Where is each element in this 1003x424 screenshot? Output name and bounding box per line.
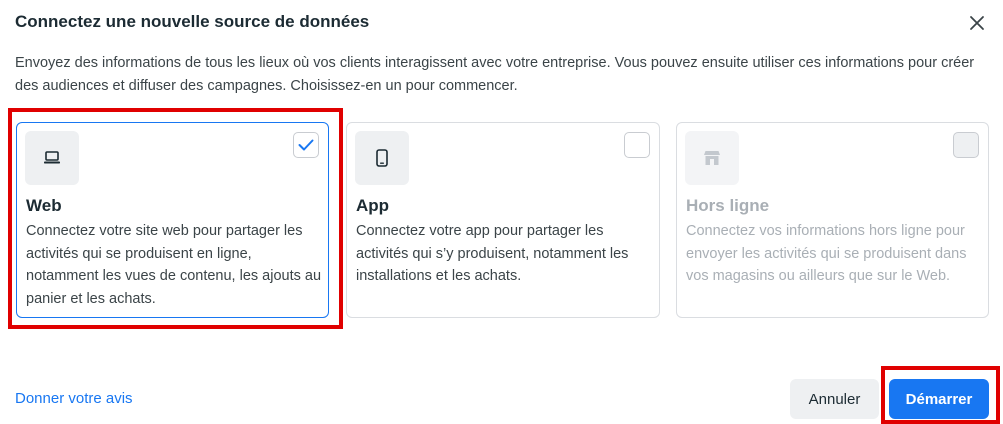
source-card-web[interactable]: Web Connectez votre site web pour partag… bbox=[16, 122, 329, 318]
source-title: App bbox=[356, 196, 390, 215]
dialog-title: Connectez une nouvelle source de données bbox=[15, 12, 370, 31]
source-checkbox-web[interactable] bbox=[293, 132, 319, 158]
source-checkbox-offline bbox=[953, 132, 979, 158]
laptop-icon bbox=[44, 151, 60, 164]
source-card-offline: Hors ligne Connectez vos informations ho… bbox=[676, 122, 989, 318]
close-button[interactable] bbox=[964, 10, 990, 36]
close-icon bbox=[970, 16, 984, 30]
source-description: Connectez votre app pour partager les ac… bbox=[356, 223, 629, 284]
source-title: Web bbox=[26, 196, 62, 215]
source-description: Connectez vos informations hors ligne po… bbox=[686, 223, 967, 284]
start-button[interactable]: Démarrer bbox=[889, 379, 989, 419]
source-title: Hors ligne bbox=[686, 196, 770, 215]
phone-icon bbox=[376, 149, 388, 167]
cancel-button[interactable]: Annuler bbox=[790, 379, 879, 419]
checkmark-icon bbox=[298, 139, 314, 151]
source-card-app[interactable]: App Connectez votre app pour partager le… bbox=[346, 122, 660, 318]
source-description: Connectez votre site web pour partager l… bbox=[26, 223, 322, 307]
feedback-link[interactable]: Donner votre avis bbox=[15, 390, 133, 407]
source-icon-box bbox=[685, 131, 739, 185]
source-icon-box bbox=[25, 131, 79, 185]
source-icon-box bbox=[355, 131, 409, 185]
dialog-description: Envoyez des informations de tous les lie… bbox=[15, 55, 975, 94]
store-icon bbox=[704, 151, 720, 165]
source-checkbox-app[interactable] bbox=[624, 132, 650, 158]
